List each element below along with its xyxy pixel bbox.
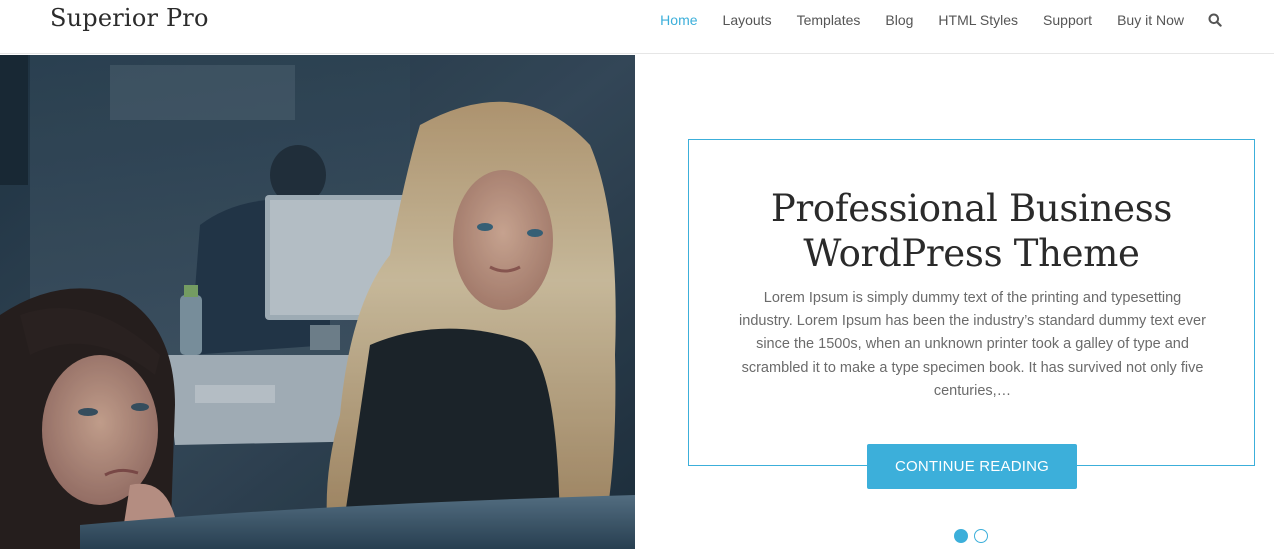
slide-title-line-2: WordPress Theme [803, 232, 1140, 275]
slider-dot-1[interactable] [954, 529, 968, 543]
nav-item-layouts[interactable]: Layouts [723, 12, 772, 28]
hero-image [0, 55, 635, 549]
site-header: Superior Pro Home Layouts Templates Blog… [0, 0, 1274, 54]
nav-item-buy-it-now[interactable]: Buy it Now [1117, 12, 1184, 28]
slide-excerpt: Lorem Ipsum is simply dummy text of the … [739, 290, 1206, 399]
nav-item-html-styles[interactable]: HTML Styles [938, 12, 1018, 28]
nav-item-support[interactable]: Support [1043, 12, 1092, 28]
main-nav: Home Layouts Templates Blog HTML Styles … [635, 12, 1222, 28]
hero-photo-illustration [0, 55, 635, 549]
slider-pagination [954, 529, 988, 543]
nav-item-home[interactable]: Home [660, 12, 697, 28]
slider-dot-2[interactable] [974, 529, 988, 543]
continue-reading-button[interactable]: CONTINUE READING [867, 444, 1077, 489]
search-icon[interactable] [1208, 13, 1222, 27]
nav-item-blog[interactable]: Blog [885, 12, 913, 28]
slide-title: Professional Business WordPress Theme [689, 186, 1254, 276]
site-title-logo[interactable]: Superior Pro [50, 4, 209, 32]
nav-item-templates[interactable]: Templates [797, 12, 861, 28]
slide-title-line-1: Professional Business [770, 187, 1173, 230]
slide-content-box: Professional Business WordPress Theme Lo… [688, 139, 1255, 466]
